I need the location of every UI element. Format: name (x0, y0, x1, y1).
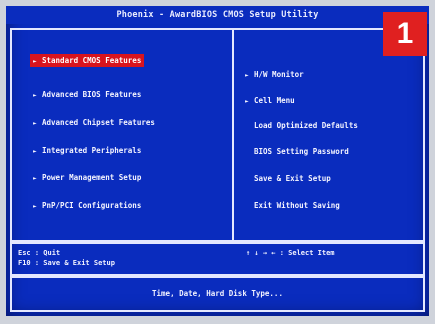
help-esc-quit: Esc : Quit (18, 249, 61, 257)
menu-item-standard-cmos-features[interactable]: ► Standard CMOS Features (30, 54, 145, 67)
step-number-badge: 1 (383, 12, 427, 56)
menu-item-save-exit-setup[interactable]: Save & Exit Setup (242, 172, 334, 185)
menu-item-cell-menu[interactable]: ► Cell Menu (242, 94, 298, 107)
menu-item-hw-monitor[interactable]: ► H/W Monitor (242, 68, 307, 81)
status-description: Time, Date, Hard Disk Type... (152, 289, 283, 298)
menu-item-power-management-setup[interactable]: ► Power Management Setup (30, 171, 144, 184)
triangle-right-icon: ► (33, 120, 37, 127)
triangle-right-icon: ► (245, 98, 249, 105)
menu-item-integrated-peripherals[interactable]: ► Integrated Peripherals (30, 144, 144, 157)
menu-item-load-optimized-defaults[interactable]: Load Optimized Defaults (242, 119, 361, 132)
menu-item-advanced-chipset-features[interactable]: ► Advanced Chipset Features (30, 116, 158, 129)
triangle-right-icon: ► (33, 92, 37, 99)
triangle-right-icon: ► (33, 148, 37, 155)
menu-item-pnp-pci-configurations[interactable]: ► PnP/PCI Configurations (30, 199, 144, 212)
triangle-right-icon: ► (33, 203, 37, 210)
menu-divider (232, 28, 234, 242)
triangle-right-icon: ► (33, 58, 37, 65)
menu-item-advanced-bios-features[interactable]: ► Advanced BIOS Features (30, 88, 144, 101)
help-select-item: ↑ ↓ → ← : Select Item (246, 249, 335, 257)
triangle-right-icon: ► (33, 175, 37, 182)
menu-item-exit-without-saving[interactable]: Exit Without Saving (242, 199, 343, 212)
help-f10-save-exit: F10 : Save & Exit Setup (18, 259, 115, 267)
bios-screen: Phoenix - AwardBIOS CMOS Setup Utility ►… (6, 6, 429, 316)
triangle-right-icon: ► (245, 72, 249, 79)
menu-item-bios-setting-password[interactable]: BIOS Setting Password (242, 145, 352, 158)
bios-title: Phoenix - AwardBIOS CMOS Setup Utility (6, 6, 429, 24)
